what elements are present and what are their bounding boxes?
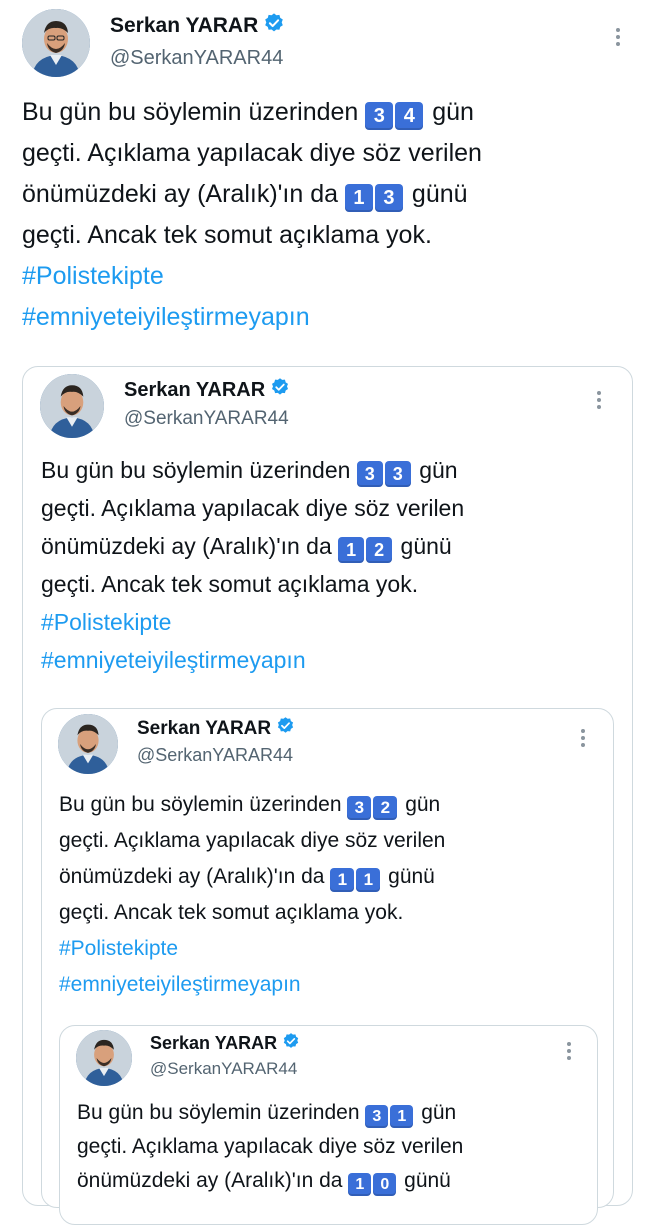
- author-name[interactable]: Serkan YARAR: [150, 1033, 277, 1054]
- hashtag-link[interactable]: #emniyeteiyileştirmeyapın: [59, 967, 599, 1003]
- tweet-text-line: gün: [425, 98, 474, 126]
- tweet-text-line: gün: [415, 1101, 457, 1124]
- author-row: Serkan YARAR: [110, 12, 285, 40]
- tweet-text-line: geçti. Açıklama yapılacak diye söz veril…: [77, 1135, 464, 1158]
- tweet-text-line: günü: [382, 865, 435, 888]
- tweet-text-line: Bu gün bu söylemin üzerinden: [22, 98, 366, 126]
- hashtag-link[interactable]: #emniyeteiyileştirmeyapın: [41, 641, 621, 679]
- hashtag-link[interactable]: #Polistekipte: [22, 256, 632, 297]
- tweet-text-line: geçti. Ancak tek somut açıklama yok.: [41, 571, 419, 597]
- avatar[interactable]: [58, 714, 118, 774]
- hashtag-link[interactable]: #emniyeteiyileştirmeyapın: [22, 297, 632, 338]
- keycap-digit: 3: [374, 184, 403, 213]
- keycap-digit: 2: [373, 796, 398, 821]
- verified-badge-icon: [270, 377, 290, 403]
- more-options-icon[interactable]: [567, 1042, 571, 1060]
- avatar-photo: [76, 1030, 132, 1086]
- avatar[interactable]: [76, 1030, 132, 1086]
- more-options-icon[interactable]: [597, 391, 601, 409]
- tweet-text: Bu gün bu söylemin üzerinden 34 gün geçt…: [22, 92, 632, 338]
- more-options-icon[interactable]: [581, 729, 585, 747]
- keycap-digit: 3: [365, 102, 394, 131]
- avatar[interactable]: [40, 374, 104, 438]
- author-name[interactable]: Serkan YARAR: [137, 718, 271, 740]
- author-row: Serkan YARAR: [124, 377, 290, 403]
- author-row: Serkan YARAR: [137, 716, 295, 741]
- tweet-text-line: Bu gün bu söylemin üzerinden: [77, 1101, 366, 1124]
- tweet-text-line: önümüzdeki ay (Aralık)'ın da: [59, 865, 331, 888]
- keycap-digit: 2: [366, 537, 393, 564]
- tweet-text-line: önümüzdeki ay (Aralık)'ın da: [41, 533, 339, 559]
- tweet-text-line: geçti. Açıklama yapılacak diye söz veril…: [22, 139, 482, 167]
- tweet-text-line: geçti. Açıklama yapılacak diye söz veril…: [41, 495, 465, 521]
- author-handle[interactable]: @SerkanYARAR44: [124, 408, 289, 430]
- tweet-text-line: gün: [412, 457, 458, 483]
- avatar-photo: [22, 9, 90, 77]
- avatar-photo: [40, 374, 104, 438]
- author-name[interactable]: Serkan YARAR: [124, 379, 265, 402]
- author-handle[interactable]: @SerkanYARAR44: [150, 1059, 297, 1079]
- quoted-tweet-text: Bu gün bu söylemin üzerinden 33 gün geçt…: [41, 451, 621, 679]
- avatar-photo: [58, 714, 118, 774]
- author-name[interactable]: Serkan YARAR: [110, 14, 258, 38]
- tweet-text-line: geçti. Açıklama yapılacak diye söz veril…: [59, 829, 446, 852]
- tweet-text-line: günü: [394, 533, 452, 559]
- keycap-digit: 1: [348, 1172, 372, 1196]
- hashtag-link[interactable]: #Polistekipte: [41, 603, 621, 641]
- keycap-digit: 3: [347, 796, 372, 821]
- keycap-digit: 3: [365, 1104, 389, 1128]
- author-row: Serkan YARAR: [150, 1032, 300, 1055]
- avatar[interactable]: [22, 9, 90, 77]
- hashtag-link[interactable]: #Polistekipte: [59, 931, 599, 967]
- quoted-tweet-text: Bu gün bu söylemin üzerinden 31 gün geçt…: [77, 1096, 587, 1198]
- tweet-text-line: önümüzdeki ay (Aralık)'ın da: [22, 180, 345, 208]
- author-handle[interactable]: @SerkanYARAR44: [110, 47, 283, 70]
- tweet-text-line: gün: [399, 793, 441, 816]
- tweet-text-line: Bu gün bu söylemin üzerinden: [59, 793, 348, 816]
- keycap-digit: 1: [338, 537, 365, 564]
- keycap-digit: 1: [356, 868, 381, 893]
- tweet-text-line: geçti. Ancak tek somut açıklama yok.: [22, 221, 432, 249]
- keycap-digit: 1: [330, 868, 355, 893]
- keycap-digit: 4: [395, 102, 424, 131]
- tweet-text-line: önümüzdeki ay (Aralık)'ın da: [77, 1169, 349, 1192]
- tweet-text-line: Bu gün bu söylemin üzerinden: [41, 457, 357, 483]
- verified-badge-icon: [276, 716, 295, 741]
- more-options-icon[interactable]: [616, 28, 620, 46]
- tweet-text-line: günü: [404, 180, 468, 208]
- verified-badge-icon: [263, 12, 285, 40]
- verified-badge-icon: [282, 1032, 300, 1055]
- author-handle[interactable]: @SerkanYARAR44: [137, 745, 293, 766]
- keycap-digit: 0: [373, 1172, 397, 1196]
- keycap-digit: 1: [344, 184, 373, 213]
- tweet-text-line: geçti. Ancak tek somut açıklama yok.: [59, 901, 404, 924]
- keycap-digit: 1: [390, 1104, 414, 1128]
- tweet-text-line: günü: [398, 1169, 451, 1192]
- quoted-tweet-text: Bu gün bu söylemin üzerinden 32 gün geçt…: [59, 787, 599, 1003]
- keycap-digit: 3: [356, 461, 383, 488]
- keycap-digit: 3: [384, 461, 411, 488]
